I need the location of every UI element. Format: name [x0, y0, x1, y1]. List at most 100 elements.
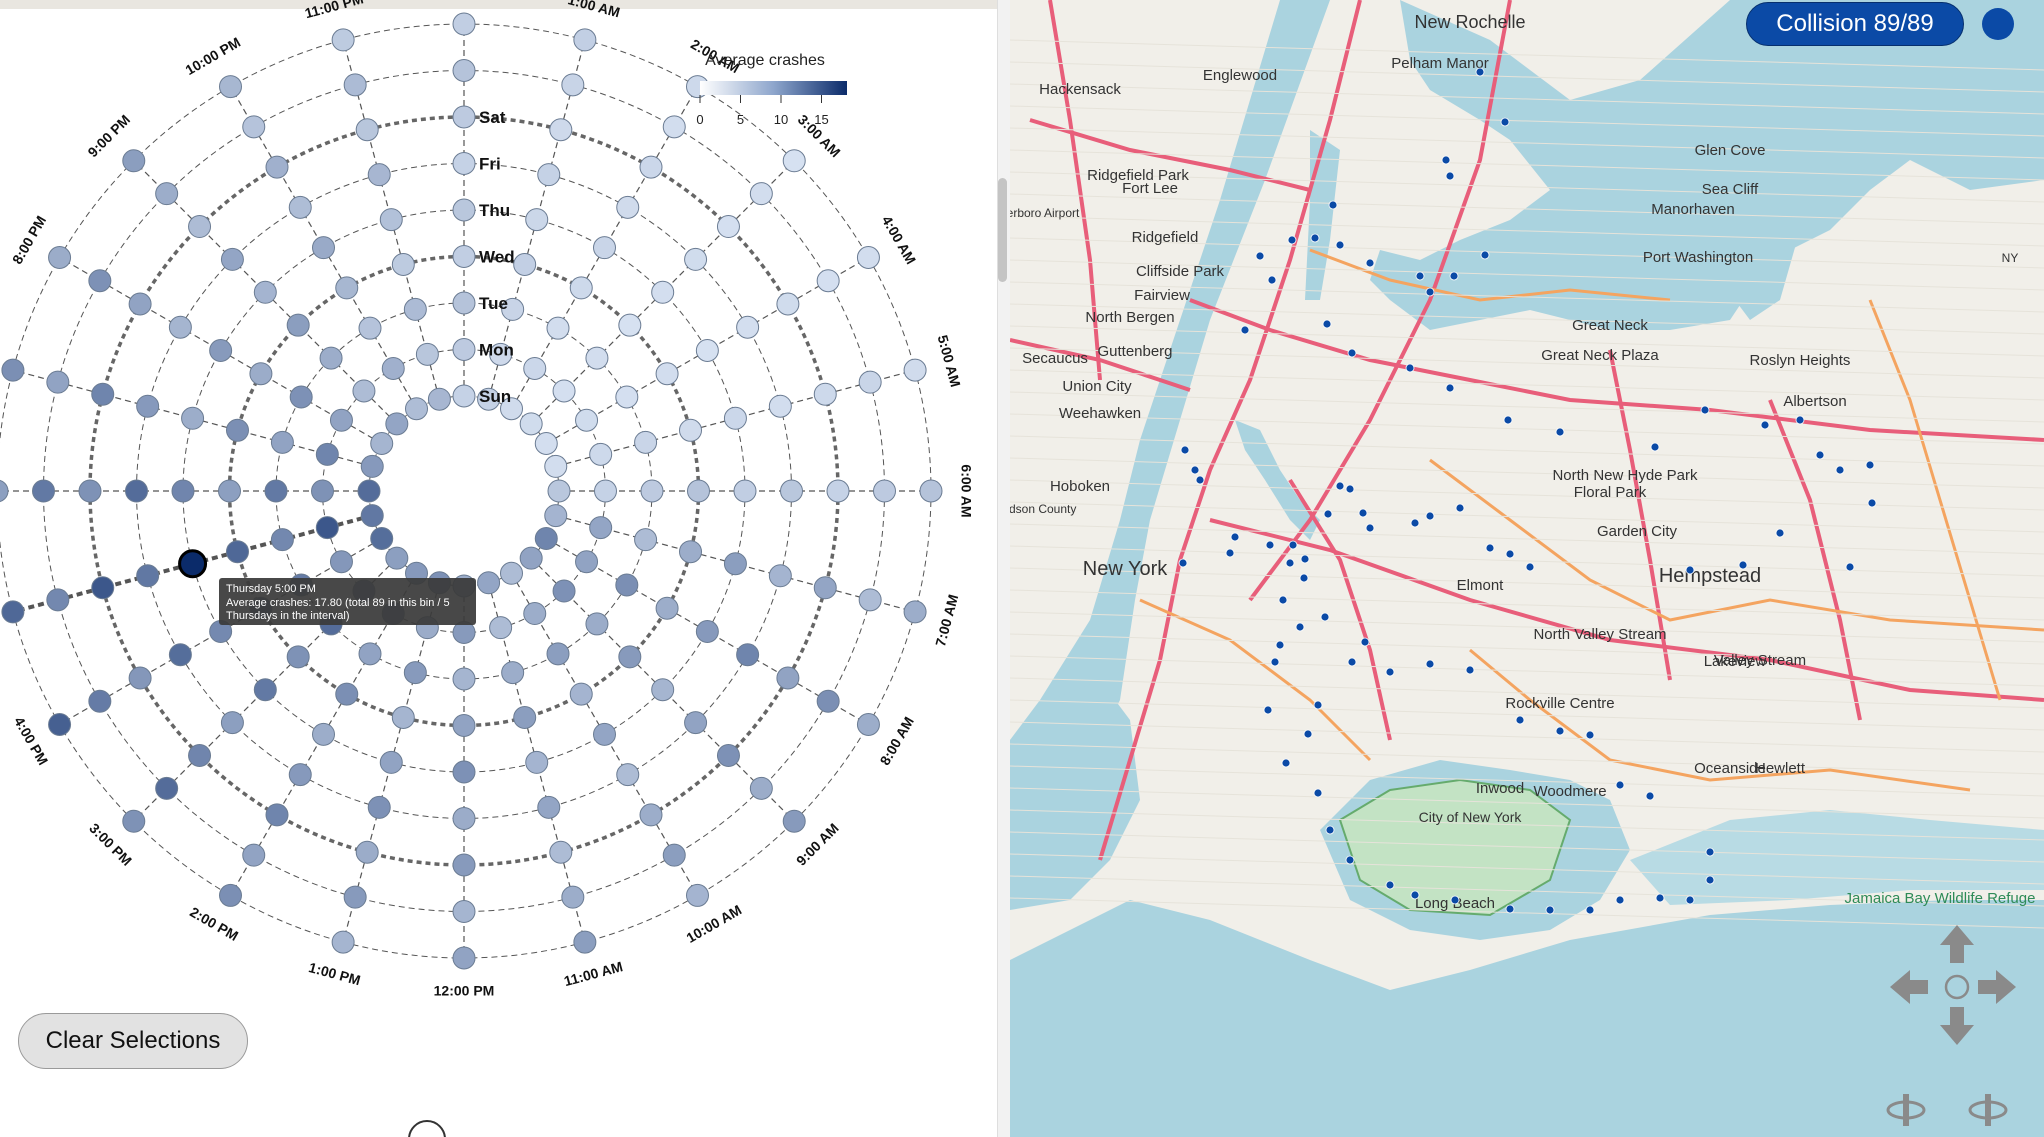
time-bin[interactable] [575, 550, 599, 574]
time-bin[interactable] [679, 540, 703, 564]
time-bin[interactable] [136, 564, 160, 588]
time-bin[interactable] [858, 588, 882, 612]
time-bin[interactable] [452, 105, 476, 129]
time-bin[interactable] [385, 412, 409, 436]
time-bin[interactable] [768, 564, 792, 588]
time-bin[interactable] [219, 75, 242, 99]
time-bin[interactable] [477, 571, 501, 595]
time-bin[interactable] [286, 645, 310, 669]
collision-point[interactable] [1425, 659, 1435, 669]
time-bin[interactable] [733, 479, 757, 503]
time-bin[interactable] [749, 182, 773, 206]
time-bin[interactable] [513, 706, 537, 730]
time-bin[interactable] [549, 118, 573, 142]
time-bin[interactable] [816, 689, 840, 713]
time-bin[interactable] [331, 28, 355, 52]
time-bin[interactable] [370, 432, 394, 455]
collision-point[interactable] [1287, 235, 1297, 245]
time-bin[interactable] [452, 760, 476, 784]
collision-point[interactable] [1555, 726, 1565, 736]
time-bin[interactable] [122, 809, 146, 833]
time-bin[interactable] [385, 546, 409, 570]
time-bin[interactable] [315, 442, 339, 466]
collision-point[interactable] [1320, 612, 1330, 622]
collision-point[interactable] [1425, 287, 1435, 297]
time-bin[interactable] [452, 946, 476, 970]
collision-point[interactable] [1265, 540, 1275, 550]
time-bin[interactable] [736, 315, 760, 339]
time-bin[interactable] [662, 115, 686, 139]
time-bin[interactable] [523, 602, 547, 626]
time-bin[interactable] [684, 711, 708, 735]
collision-point[interactable] [1385, 667, 1395, 677]
time-bin[interactable] [253, 280, 277, 304]
collision-point[interactable] [1303, 729, 1313, 739]
time-bin[interactable] [519, 412, 543, 436]
time-bin[interactable] [155, 182, 179, 206]
time-bin[interactable] [91, 576, 115, 600]
time-bin[interactable] [265, 803, 289, 827]
time-bin[interactable] [716, 743, 740, 767]
time-bin[interactable] [452, 714, 476, 737]
collision-point[interactable] [1285, 558, 1295, 568]
time-bin[interactable] [88, 269, 112, 293]
time-bin[interactable] [329, 408, 353, 432]
collision-point[interactable] [1358, 508, 1368, 518]
time-bin[interactable] [523, 356, 547, 380]
collision-point[interactable] [1465, 665, 1475, 675]
collision-point[interactable] [1425, 511, 1435, 521]
collision-point[interactable] [1685, 895, 1695, 905]
time-bin[interactable] [452, 667, 476, 691]
time-bin[interactable] [525, 208, 549, 232]
time-bin[interactable] [405, 397, 428, 421]
collision-point[interactable] [1345, 855, 1355, 865]
time-bin[interactable] [427, 387, 451, 411]
time-bin[interactable] [88, 689, 112, 713]
time-bin[interactable] [573, 28, 597, 52]
time-bin[interactable] [136, 394, 160, 418]
collision-point[interactable] [1345, 484, 1355, 494]
time-bin[interactable] [403, 297, 427, 321]
time-bin[interactable] [288, 195, 312, 219]
collision-point[interactable] [1310, 233, 1320, 243]
collision-point[interactable] [1347, 657, 1357, 667]
collision-point[interactable] [1515, 715, 1525, 725]
time-bin[interactable] [552, 379, 576, 403]
time-bin[interactable] [695, 620, 719, 643]
time-bin[interactable] [616, 763, 640, 787]
collision-point[interactable] [1615, 780, 1625, 790]
collision-point[interactable] [1313, 788, 1323, 798]
collision-point[interactable] [1867, 498, 1877, 508]
collision-point[interactable] [1449, 271, 1459, 281]
collision-color-swatch[interactable] [1982, 8, 2014, 40]
time-bin[interactable] [452, 338, 476, 361]
collision-point[interactable] [1360, 637, 1370, 647]
time-bin[interactable] [358, 316, 382, 340]
rotate-right-icon[interactable] [1968, 1094, 2008, 1126]
time-bin[interactable] [549, 840, 573, 864]
collision-point[interactable] [1525, 562, 1535, 572]
collision-point[interactable] [1835, 465, 1845, 475]
time-bin[interactable] [615, 573, 639, 597]
collision-point[interactable] [1445, 383, 1455, 393]
time-bin[interactable] [858, 370, 882, 394]
time-bin[interactable] [78, 479, 102, 503]
time-bin[interactable] [415, 342, 439, 366]
time-bin[interactable] [655, 362, 679, 386]
time-bin[interactable] [286, 313, 310, 337]
collision-point[interactable] [1505, 904, 1515, 914]
time-bin[interactable] [768, 394, 792, 418]
time-bin[interactable] [288, 763, 312, 787]
time-bin[interactable] [634, 430, 658, 454]
time-bin[interactable] [171, 479, 195, 503]
time-bin[interactable] [639, 803, 663, 827]
collision-point[interactable] [1760, 420, 1770, 430]
time-bin[interactable] [46, 588, 70, 612]
time-bin[interactable] [534, 432, 558, 455]
collision-point[interactable] [1410, 518, 1420, 528]
collision-point[interactable] [1475, 67, 1485, 77]
time-bin[interactable] [188, 743, 212, 767]
map-navigation-controls[interactable] [1880, 925, 2030, 1135]
time-bin[interactable] [335, 682, 359, 706]
collision-point[interactable] [1503, 415, 1513, 425]
